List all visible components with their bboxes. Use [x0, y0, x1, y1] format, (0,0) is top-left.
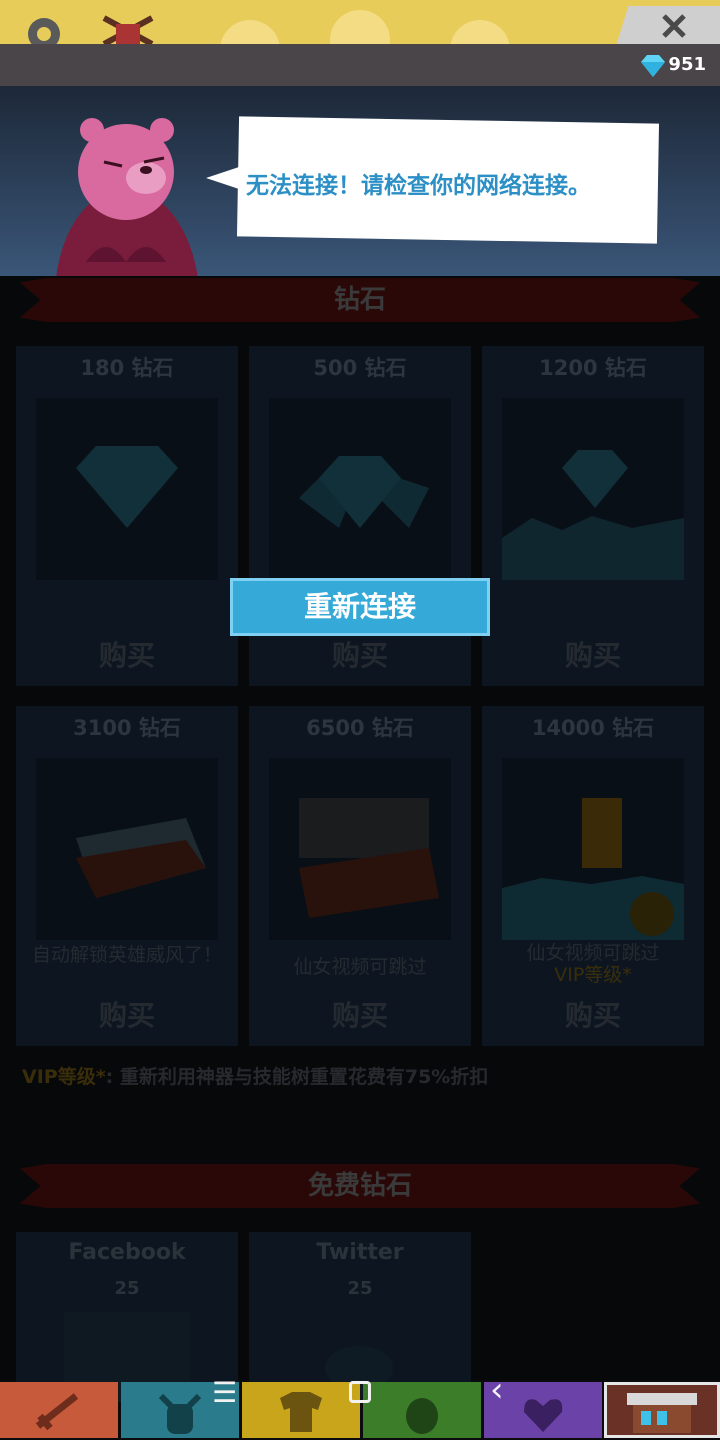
- shirt-icon: [280, 1392, 322, 1432]
- single-diamond-icon: [76, 446, 178, 528]
- pack-description-vip: VIP等级*: [554, 964, 632, 986]
- pack-title: 3100 钻石: [73, 716, 181, 740]
- nav-tab-pets[interactable]: [363, 1382, 481, 1438]
- pack-description-text: 自动解锁英雄威风了！: [31, 944, 222, 966]
- section-banner-diamonds: 钻石: [20, 278, 700, 322]
- gem-count: 951: [668, 54, 706, 75]
- dialog-header: 无法连接！请检查你的网络连接。: [0, 86, 720, 278]
- pack-description-text: 仙女视频可跳过: [293, 956, 427, 978]
- pack-title: 14000 钻石: [531, 716, 655, 740]
- currency-bar: [0, 44, 720, 86]
- vip-note-text: : 重新利用神器与技能树重置花费有75%折扣: [105, 1066, 489, 1088]
- pack-art: [36, 398, 218, 580]
- pack-art: VIP: [502, 758, 684, 940]
- bear-character-icon: [56, 118, 198, 278]
- diamond-pack-card[interactable]: 6500 钻石 仙女视频可跳过 购买: [249, 706, 471, 1046]
- treasure-chest-icon: [76, 818, 206, 898]
- diamond-pack-card[interactable]: 3100 钻石 自动解锁英雄威风了！ 购买: [16, 706, 238, 1046]
- buy-button[interactable]: 购买: [482, 634, 704, 674]
- vip-note: VIP等级*: 重新利用神器与技能树重置花费有75%折扣: [22, 1062, 488, 1089]
- pack-title: 500 钻石: [313, 356, 407, 380]
- diamond-pack-card[interactable]: 180 钻石 购买: [16, 346, 238, 686]
- demon-icon: [406, 1398, 438, 1434]
- pack-title: 180 钻石: [80, 356, 174, 380]
- shop-stall-icon: [627, 1393, 697, 1433]
- open-chest-icon: [299, 798, 439, 918]
- buy-button[interactable]: 购买: [16, 994, 238, 1034]
- vip-note-label: VIP等级*: [22, 1066, 106, 1088]
- social-reward: 25: [114, 1278, 140, 1299]
- social-card-twitter[interactable]: Twitter 25: [249, 1232, 471, 1402]
- store-content: 钻石 180 钻石 购买 500 钻石 购买 1200 钻石 购买 3100 钻…: [0, 276, 720, 1402]
- diamond-pack-card[interactable]: 14000 钻石 VIP 仙女视频可跳过 VIP等级* 购买: [482, 706, 704, 1046]
- diamond-pack-card[interactable]: 1200 钻石 购买: [482, 346, 704, 686]
- pack-title: 6500 钻石: [306, 716, 414, 740]
- diamond-icon: [641, 55, 665, 77]
- section-title: 钻石: [333, 285, 386, 315]
- section-banner-free: 免费钻石: [20, 1164, 700, 1208]
- buy-button[interactable]: 购买: [249, 634, 471, 674]
- home-icon[interactable]: [349, 1381, 371, 1403]
- nav-tab-weapons[interactable]: [0, 1382, 118, 1438]
- pack-art: [269, 398, 451, 580]
- social-title: Facebook: [68, 1240, 186, 1265]
- buy-button[interactable]: 购买: [482, 994, 704, 1034]
- menu-icon[interactable]: ☰: [212, 1376, 237, 1409]
- pack-description: 仙女视频可跳过 VIP等级*: [492, 942, 694, 986]
- pack-art: [269, 758, 451, 940]
- pack-description: 仙女视频可跳过: [259, 956, 461, 978]
- section-title: 免费钻石: [307, 1171, 412, 1201]
- social-card-facebook[interactable]: Facebook 25: [16, 1232, 238, 1402]
- pack-description: 自动解锁英雄威风了！: [26, 944, 228, 966]
- pack-description-text: 仙女视频可跳过: [526, 942, 660, 964]
- close-tab[interactable]: [616, 6, 720, 46]
- pack-title: 1200 钻石: [539, 356, 647, 380]
- close-icon[interactable]: [660, 12, 688, 40]
- social-reward: 25: [347, 1278, 373, 1299]
- connection-error-message: 无法连接！请检查你的网络连接。: [246, 173, 591, 199]
- crossed-swords-icon[interactable]: [98, 14, 158, 48]
- pack-art: [36, 758, 218, 940]
- speech-bubble-tail: [206, 166, 242, 190]
- sword-icon: [35, 1393, 79, 1431]
- buy-button[interactable]: 购买: [16, 634, 238, 674]
- diamond-pile-icon: [502, 450, 684, 580]
- back-icon[interactable]: ‹: [490, 1370, 504, 1410]
- buy-button[interactable]: 购买: [249, 994, 471, 1034]
- nav-tab-equipment[interactable]: [242, 1382, 360, 1438]
- top-game-strip: [0, 0, 720, 48]
- social-title: Twitter: [316, 1240, 404, 1265]
- settings-gear-icon[interactable]: [22, 12, 66, 48]
- reconnect-button[interactable]: 重新连接: [230, 578, 490, 636]
- vip-badge: VIP: [632, 900, 674, 925]
- strip-decoration: [330, 10, 390, 48]
- nav-tab-shop[interactable]: [604, 1382, 720, 1438]
- diamond-cluster-icon: [299, 456, 429, 528]
- pack-art: [502, 398, 684, 580]
